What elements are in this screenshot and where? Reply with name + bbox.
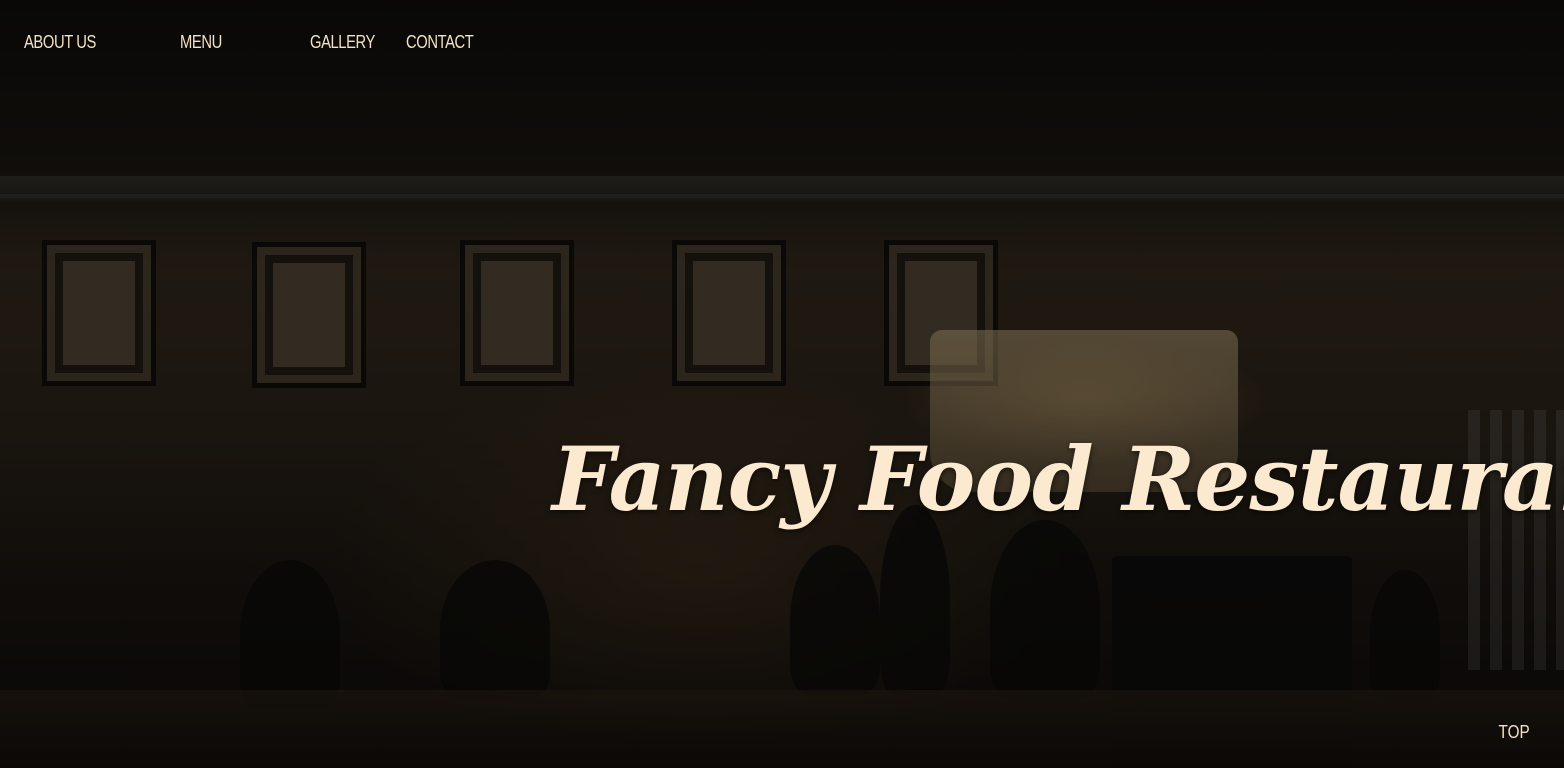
background-image [0, 0, 1564, 768]
nav-contact[interactable]: CONTACT [406, 28, 474, 56]
nav-about-us[interactable]: ABOUT US [24, 28, 96, 56]
back-to-top-link[interactable]: TOP [1499, 718, 1530, 746]
page-title: Fancy Food Restaurant [552, 426, 1564, 531]
nav-menu[interactable]: MENU [180, 28, 222, 56]
hero-section: ABOUT US MENU GALLERY CONTACT Fancy Food… [0, 0, 1564, 768]
nav-gallery[interactable]: GALLERY [310, 28, 375, 56]
dark-overlay [0, 0, 1564, 768]
